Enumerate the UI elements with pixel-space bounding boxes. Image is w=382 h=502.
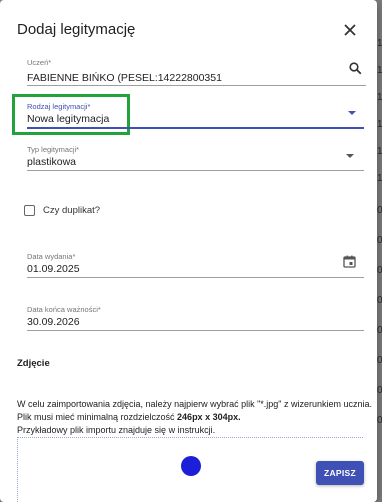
background-marker: 1 — [377, 92, 382, 103]
chevron-down-icon[interactable] — [346, 154, 354, 158]
background-marker: 1 — [377, 38, 382, 49]
add-id-dialog: Dodaj legitymację Uczeń* FABIENNE BIŃKO … — [0, 0, 377, 502]
upload-button[interactable] — [181, 456, 201, 476]
student-input[interactable]: FABIENNE BIŃKO (PESEL:14222800351 — [27, 72, 222, 84]
background-marker: 1 — [377, 65, 382, 76]
background-marker: 0 — [377, 385, 382, 396]
issue-date-input[interactable]: 01.09.2025 — [27, 263, 80, 275]
chevron-down-icon[interactable] — [348, 111, 356, 115]
student-label: Uczeń* — [27, 58, 52, 67]
background-marker: 0 — [377, 295, 382, 306]
id-type-underline — [27, 127, 364, 129]
photo-info-line3: Przykładowy plik importu znajduje się w … — [17, 425, 216, 435]
background-marker: 0 — [377, 205, 382, 216]
dialog-title: Dodaj legitymację — [17, 21, 136, 38]
id-type-label: Rodzaj legitymacji* — [27, 102, 91, 111]
expiry-date-underline — [27, 330, 364, 331]
duplicate-label: Czy duplikat? — [43, 205, 101, 216]
background-marker: 1 — [377, 119, 382, 130]
background-marker: 1 — [377, 173, 382, 184]
save-button[interactable]: ZAPISZ — [316, 461, 364, 485]
card-type-label: Typ legitymacji* — [27, 145, 80, 154]
close-icon[interactable] — [340, 20, 360, 40]
background-marker: 0 — [377, 235, 382, 246]
expiry-date-label: Data końca ważności* — [27, 305, 101, 314]
issue-date-label: Data wydania* — [27, 252, 76, 261]
resolution-value: 246px x 304px. — [177, 412, 241, 422]
background-marker: 0 — [377, 265, 382, 276]
calendar-icon[interactable] — [343, 255, 356, 273]
resolution-text: Plik musi mieć minimalną rozdzielczość — [17, 412, 178, 422]
background-marker: 0 — [377, 415, 382, 426]
background-marker: 1 — [377, 146, 382, 157]
photo-section-title: Zdjęcie — [17, 358, 50, 369]
issue-date-underline — [27, 277, 364, 278]
student-underline — [27, 85, 366, 86]
id-type-select[interactable]: Nowa legitymacja — [27, 113, 109, 125]
background-marker: 0 — [377, 325, 382, 336]
background-marker: 0 — [377, 355, 382, 366]
photo-info-line1: W celu zaimportowania zdjęcia, należy na… — [17, 399, 373, 409]
expiry-date-input[interactable]: 30.09.2026 — [27, 316, 80, 328]
card-type-underline — [27, 170, 364, 171]
card-type-select[interactable]: plastikowa — [27, 156, 76, 168]
photo-info-line2: Plik musi mieć minimalną rozdzielczość 2… — [17, 411, 369, 424]
search-icon[interactable] — [349, 62, 362, 80]
duplicate-checkbox[interactable] — [24, 205, 35, 216]
